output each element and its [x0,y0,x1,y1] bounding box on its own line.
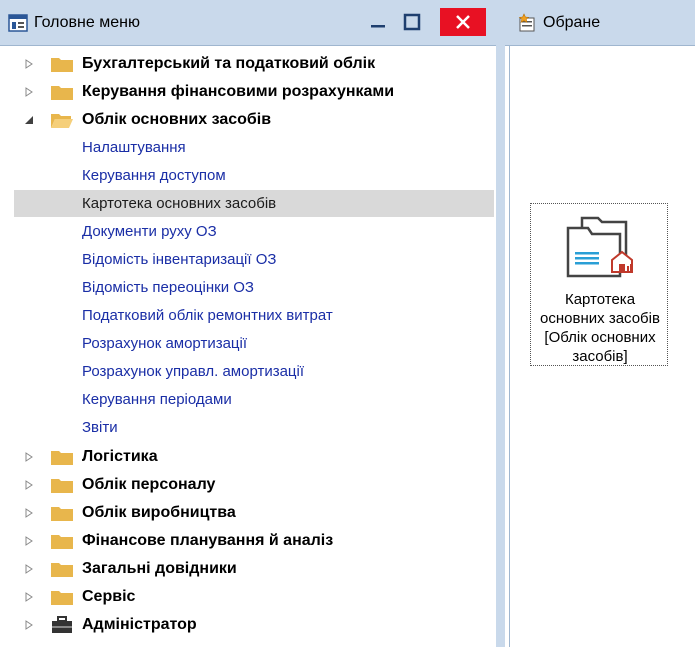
tree-subitem-row[interactable]: Розрахунок управл. амортизації [0,358,496,385]
tree-category-row[interactable]: Сервіс [0,583,496,610]
folder-icon [50,476,74,494]
minimize-button[interactable] [364,9,392,35]
tree-subitem-row-selected[interactable]: Картотека основних засобів [14,190,494,217]
tree-category-row[interactable]: Облік основних засобів [0,106,496,133]
tree-category-row[interactable]: Бухгалтерський та податковий облік [0,50,496,77]
folder-icon [50,532,74,550]
main-menu-title: Головне меню [34,13,140,31]
tree-category-row[interactable]: Адміністратор [0,611,496,638]
tree-category-label: Фінансове планування й аналіз [82,531,334,549]
collapsed-arrow-icon[interactable] [24,535,34,546]
tree-category-row[interactable]: Облік виробництва [0,499,496,526]
tree-category-row[interactable]: Керування фінансовими розрахунками [0,78,496,105]
collapsed-arrow-icon[interactable] [24,58,34,69]
asset-cards-icon [564,212,636,282]
maximize-icon [403,13,421,31]
collapsed-arrow-icon[interactable] [24,619,34,630]
tree-subitem-label[interactable]: Керування періодами [82,391,232,408]
expanded-arrow-icon[interactable] [24,115,34,125]
tree-subitem-label[interactable]: Налаштування [82,139,186,156]
tree-subitem-row[interactable]: Податковий облік ремонтних витрат [0,302,496,329]
favorites-border [509,45,510,647]
close-button[interactable] [440,8,486,36]
tile-caption-line: основних засобів [540,310,660,327]
tree-category-row[interactable]: Фінансове планування й аналіз [0,527,496,554]
folder-icon [50,55,74,73]
tree-subitem-row[interactable]: Відомість переоцінки ОЗ [0,274,496,301]
tree-category-label: Облік основних засобів [82,110,272,128]
open-folder-icon [50,111,74,129]
tree-category-label: Бухгалтерський та податковий облік [82,54,376,72]
tree-subitem-label[interactable]: Відомість переоцінки ОЗ [82,279,254,296]
tree-category-label: Облік персоналу [82,475,216,493]
tree-subitem-label[interactable]: Податковий облік ремонтних витрат [82,307,333,324]
collapsed-arrow-icon[interactable] [24,451,34,462]
tree-category-label: Облік виробництва [82,503,236,521]
favorites-title: Обране [543,13,601,31]
toolbox-icon [50,615,74,634]
close-icon [456,15,470,29]
tile-caption-line: [Облік основних [544,329,656,346]
tree-category-row[interactable]: Загальні довідники [0,555,496,582]
collapsed-arrow-icon[interactable] [24,479,34,490]
collapsed-arrow-icon[interactable] [24,591,34,602]
tile-caption-line: Картотека [564,291,636,308]
tree-category-label: Адміністратор [82,615,197,633]
tree-category-label: Сервіс [82,587,136,605]
favorite-tile[interactable]: Картотека основних засобів [Облік основн… [530,203,668,366]
folder-icon [50,560,74,578]
tree-subitem-row[interactable]: Керування періодами [0,386,496,413]
folder-icon [50,588,74,606]
tree-subitem-label[interactable]: Розрахунок управл. амортизації [82,363,304,380]
tree-subitem-label[interactable]: Документи руху ОЗ [82,223,217,240]
tree-category-label: Загальні довідники [82,559,237,577]
minimize-icon [371,25,385,28]
tree-subitem-row[interactable]: Налаштування [0,134,496,161]
favorite-tile-caption: Картотека основних засобів [Облік основн… [531,290,669,366]
tree-subitem-label[interactable]: Звіти [82,419,118,436]
favorites-star-icon [517,12,537,33]
main-menu-titlebar: Головне меню [0,0,505,46]
collapsed-arrow-icon[interactable] [24,86,34,97]
tree-subitem-row[interactable]: Керування доступом [0,162,496,189]
main-menu-panel: Головне меню Бухгалтерський та податкови… [0,0,505,647]
tree-subitem-label[interactable]: Розрахунок амортизації [82,335,247,352]
folder-icon [50,504,74,522]
maximize-button[interactable] [398,9,426,35]
tree-category-label: Логістика [82,447,158,465]
collapsed-arrow-icon[interactable] [24,507,34,518]
tile-caption-line: засобів] [572,348,628,365]
tree-category-row[interactable]: Логістика [0,443,496,470]
folder-icon [50,448,74,466]
tree-subitem-row[interactable]: Відомість інвентаризації ОЗ [0,246,496,273]
menu-window-icon [8,13,28,33]
folder-icon [50,83,74,101]
tree-subitem-row[interactable]: Розрахунок амортизації [0,330,496,357]
tree-subitem-label[interactable]: Відомість інвентаризації ОЗ [82,251,276,268]
favorites-titlebar: Обране [505,0,695,46]
tree-category-row[interactable]: Облік персоналу [0,471,496,498]
tree-subitem-label[interactable]: Керування доступом [82,167,226,184]
tree-subitem-row[interactable]: Документи руху ОЗ [0,218,496,245]
tree-category-label: Керування фінансовими розрахунками [82,82,395,100]
tree-subitem-row[interactable]: Звіти [0,414,496,441]
collapsed-arrow-icon[interactable] [24,563,34,574]
tree-subitem-label[interactable]: Картотека основних засобів [82,195,276,212]
